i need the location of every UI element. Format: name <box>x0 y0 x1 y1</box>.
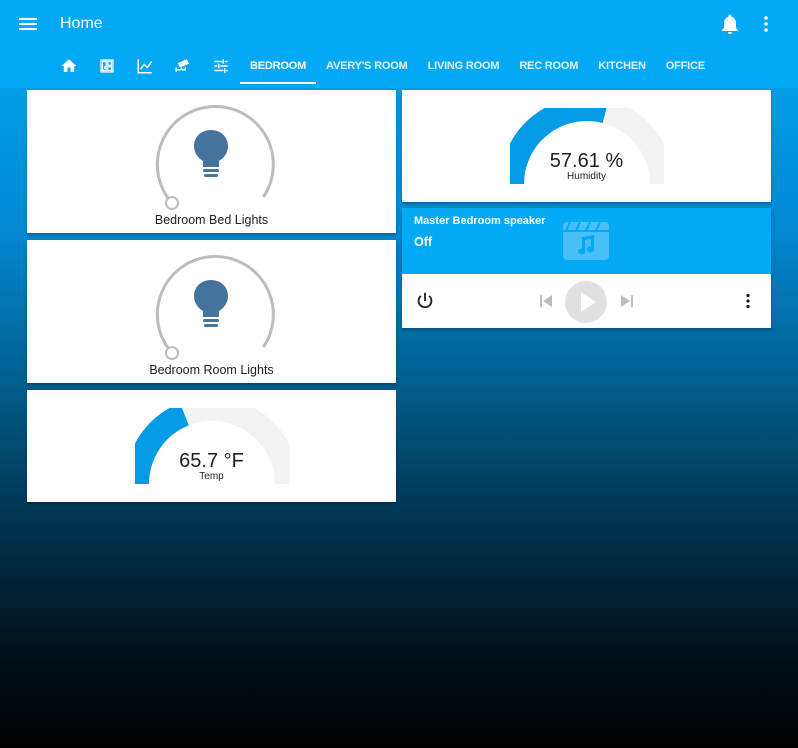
skip-next-icon[interactable] <box>619 294 635 308</box>
cctv-icon[interactable] <box>164 48 202 84</box>
player-name: Master Bedroom speaker <box>414 215 546 227</box>
bell-icon[interactable] <box>718 12 742 36</box>
light-name: Bedroom Bed Lights <box>154 213 269 227</box>
temp-gauge-card[interactable]: 65.7 °F Temp <box>27 390 396 502</box>
humidity-gauge-card[interactable]: 57.61 % Humidity <box>402 90 771 202</box>
temp-label: Temp <box>199 471 224 482</box>
tab-office[interactable]: OFFICE <box>656 48 715 84</box>
lightbulb-icon[interactable] <box>192 128 230 180</box>
menu-icon[interactable] <box>16 12 40 36</box>
lightbulb-icon[interactable] <box>192 278 230 330</box>
humidity-label: Humidity <box>567 171 606 182</box>
player-state: Off <box>414 235 433 249</box>
power-icon[interactable] <box>414 290 436 312</box>
app-toolbar: Home BEDROOM AVERY'S ROOM LIVING ROOM RE… <box>0 0 798 88</box>
page-title: Home <box>60 15 103 32</box>
temp-value: 65.7 °F <box>179 450 244 472</box>
more-vert-icon[interactable] <box>737 290 759 312</box>
tab-living-room[interactable]: LIVING ROOM <box>418 48 510 84</box>
home-icon[interactable] <box>50 48 88 84</box>
music-video-icon <box>562 221 610 261</box>
tab-averys-room[interactable]: AVERY'S ROOM <box>316 48 418 84</box>
light-card-room: Bedroom Room Lights <box>27 240 396 383</box>
floorplan-icon[interactable] <box>88 48 126 84</box>
tab-rec-room[interactable]: REC ROOM <box>509 48 588 84</box>
skip-previous-icon[interactable] <box>538 294 554 308</box>
light-name: Bedroom Room Lights <box>149 363 274 377</box>
chart-line-icon[interactable] <box>126 48 164 84</box>
player-header[interactable]: Master Bedroom speaker Off <box>402 208 771 274</box>
view-tabs: BEDROOM AVERY'S ROOM LIVING ROOM REC ROO… <box>50 48 715 84</box>
humidity-value: 57.61 % <box>549 150 624 172</box>
play-icon[interactable] <box>565 281 607 323</box>
sliders-icon[interactable] <box>202 48 240 84</box>
tab-kitchen[interactable]: KITCHEN <box>588 48 656 84</box>
media-player-card: Master Bedroom speaker Off <box>402 208 771 328</box>
more-vert-icon[interactable] <box>754 12 778 36</box>
tab-bedroom[interactable]: BEDROOM <box>240 48 317 84</box>
light-card-bed: Bedroom Bed Lights <box>27 90 396 233</box>
